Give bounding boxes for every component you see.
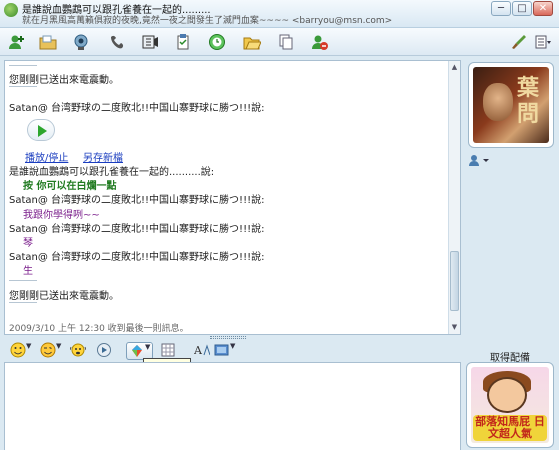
- video-call-button[interactable]: [70, 32, 92, 52]
- quote-sender-line: 是誰說血鸚鵡可以跟孔雀養在一起的..........說:: [9, 167, 215, 178]
- sender-line: Satan@ 台湾野球の二度敗北!!中国山寨野球に勝つ!!!說:: [9, 252, 265, 263]
- background-icon: [214, 344, 229, 356]
- voice-call-button[interactable]: [106, 32, 128, 52]
- background-button[interactable]: ▼: [214, 342, 235, 360]
- block-contact-button[interactable]: [309, 32, 331, 52]
- theme-button[interactable]: [508, 32, 530, 52]
- play-voice-clip-button[interactable]: [27, 119, 55, 141]
- clipboard-icon: [177, 34, 189, 50]
- divider: [9, 302, 37, 303]
- avatar-face: [483, 83, 513, 121]
- save-as-link[interactable]: 另存新檔: [83, 149, 123, 164]
- nudge-button[interactable]: [69, 342, 87, 360]
- contact-avatar: 葉問: [473, 67, 549, 143]
- minimize-button[interactable]: ─: [491, 1, 511, 16]
- play-stop-link[interactable]: 播放/停止: [25, 149, 68, 164]
- paintbrush-icon: [512, 35, 526, 49]
- folder-icon: [39, 35, 57, 50]
- chevron-down-icon: ▼: [56, 342, 62, 350]
- nudge-message: 您剛剛已送出來電震動。: [9, 75, 119, 86]
- send-file-button[interactable]: [37, 32, 59, 52]
- copy-button[interactable]: [275, 32, 297, 52]
- divider: [9, 65, 37, 66]
- voice-clip-icon: [97, 343, 111, 357]
- scroll-up-arrow-icon[interactable]: ▲: [449, 62, 460, 73]
- add-contact-icon: [9, 35, 24, 49]
- grid-icon: [161, 343, 175, 357]
- wink-icon: [40, 342, 56, 358]
- svg-text:A: A: [194, 344, 203, 357]
- chevron-down-icon: ▼: [26, 342, 32, 350]
- sender-line: Satan@ 台湾野球の二度敗北!!中国山寨野球に勝つ!!!說:: [9, 103, 265, 114]
- games-button[interactable]: [172, 32, 194, 52]
- divider: [9, 280, 37, 281]
- shaking-face-icon: [69, 343, 87, 357]
- messenger-app-icon: [4, 3, 18, 17]
- cartoon-head: [487, 377, 527, 413]
- maximize-button[interactable]: □: [512, 1, 532, 16]
- avatar-poster-text: 葉問: [517, 75, 540, 127]
- pane-splitter[interactable]: [210, 336, 246, 339]
- contact-status-icon[interactable]: [469, 154, 491, 166]
- webcam-icon: [74, 34, 88, 50]
- scroll-thumb[interactable]: [450, 251, 459, 311]
- my-avatar: 部落知馬屁 日文超人氣: [471, 367, 549, 443]
- pages-icon: [279, 34, 293, 50]
- chevron-down-icon: ▼: [230, 342, 236, 350]
- window-subtitle: 就在月黑風高萬籟俱寂的夜晚,竟然一夜之間發生了滅門血案~~~~ <barryou…: [22, 16, 393, 26]
- block-user-icon: [312, 35, 328, 50]
- chat-history[interactable]: 您剛剛已送出來電震動。 Satan@ 台湾野球の二度敗北!!中国山寨野球に勝つ!…: [4, 60, 461, 335]
- feature-enhance-icon: [132, 345, 142, 357]
- chevron-down-icon: ▼: [145, 343, 151, 351]
- chat-message: 生: [23, 266, 33, 277]
- smiley-icon: [10, 342, 26, 358]
- shared-folder-button[interactable]: [241, 32, 263, 52]
- font-button[interactable]: A: [193, 342, 211, 360]
- main-toolbar: [0, 28, 559, 56]
- divider: [9, 86, 37, 87]
- open-folder-icon: [243, 37, 262, 50]
- nudge-message: 您剛剛已送出來電震動。: [9, 291, 119, 302]
- emoticon-button[interactable]: ▼: [10, 342, 31, 360]
- font-icon: A: [193, 344, 211, 357]
- chat-message: 我跟你學得咧~~: [23, 210, 100, 221]
- user-icon: [469, 155, 489, 166]
- clock-icon: [209, 34, 225, 50]
- phone-icon: [111, 35, 124, 49]
- title-bar: 是誰說血鸚鵡可以跟孔雀養在一起的......... 就在月黑風高萬籟俱寂的夜晚,…: [0, 0, 559, 28]
- cartoon-banner-text: 部落知馬屁 日文超人氣: [473, 415, 547, 441]
- menu-dropdown-icon: [535, 35, 551, 49]
- invite-contact-button[interactable]: [6, 32, 28, 52]
- wink-button[interactable]: ▼: [40, 342, 61, 360]
- input-toolbar: ▼ ▼ ▼ A ▼: [4, 340, 461, 362]
- chat-message: 按 你可以在白爛一點: [23, 181, 117, 192]
- messenger-service-button[interactable]: [206, 32, 228, 52]
- scroll-down-arrow-icon[interactable]: ▼: [449, 322, 460, 333]
- last-message-status: 2009/3/10 上午 12:30 收到最後一則訊息。: [9, 324, 189, 334]
- my-display-picture[interactable]: 部落知馬屁 日文超人氣: [466, 362, 554, 448]
- activities-button[interactable]: [139, 32, 161, 52]
- history-scrollbar[interactable]: ▲ ▼: [448, 61, 460, 334]
- close-button[interactable]: ✕: [533, 1, 553, 16]
- film-icon: [142, 35, 158, 49]
- chat-message: 琴: [23, 238, 33, 249]
- message-input[interactable]: [4, 362, 461, 450]
- sender-line: Satan@ 台湾野球の二度敗北!!中国山寨野球に勝つ!!!說:: [9, 224, 265, 235]
- voice-clip-button[interactable]: [96, 342, 112, 360]
- sender-line: Satan@ 台湾野球の二度敗北!!中国山寨野球に勝つ!!!說:: [9, 195, 265, 206]
- contact-display-picture[interactable]: 葉問: [468, 62, 554, 148]
- options-menu-button[interactable]: [532, 32, 554, 52]
